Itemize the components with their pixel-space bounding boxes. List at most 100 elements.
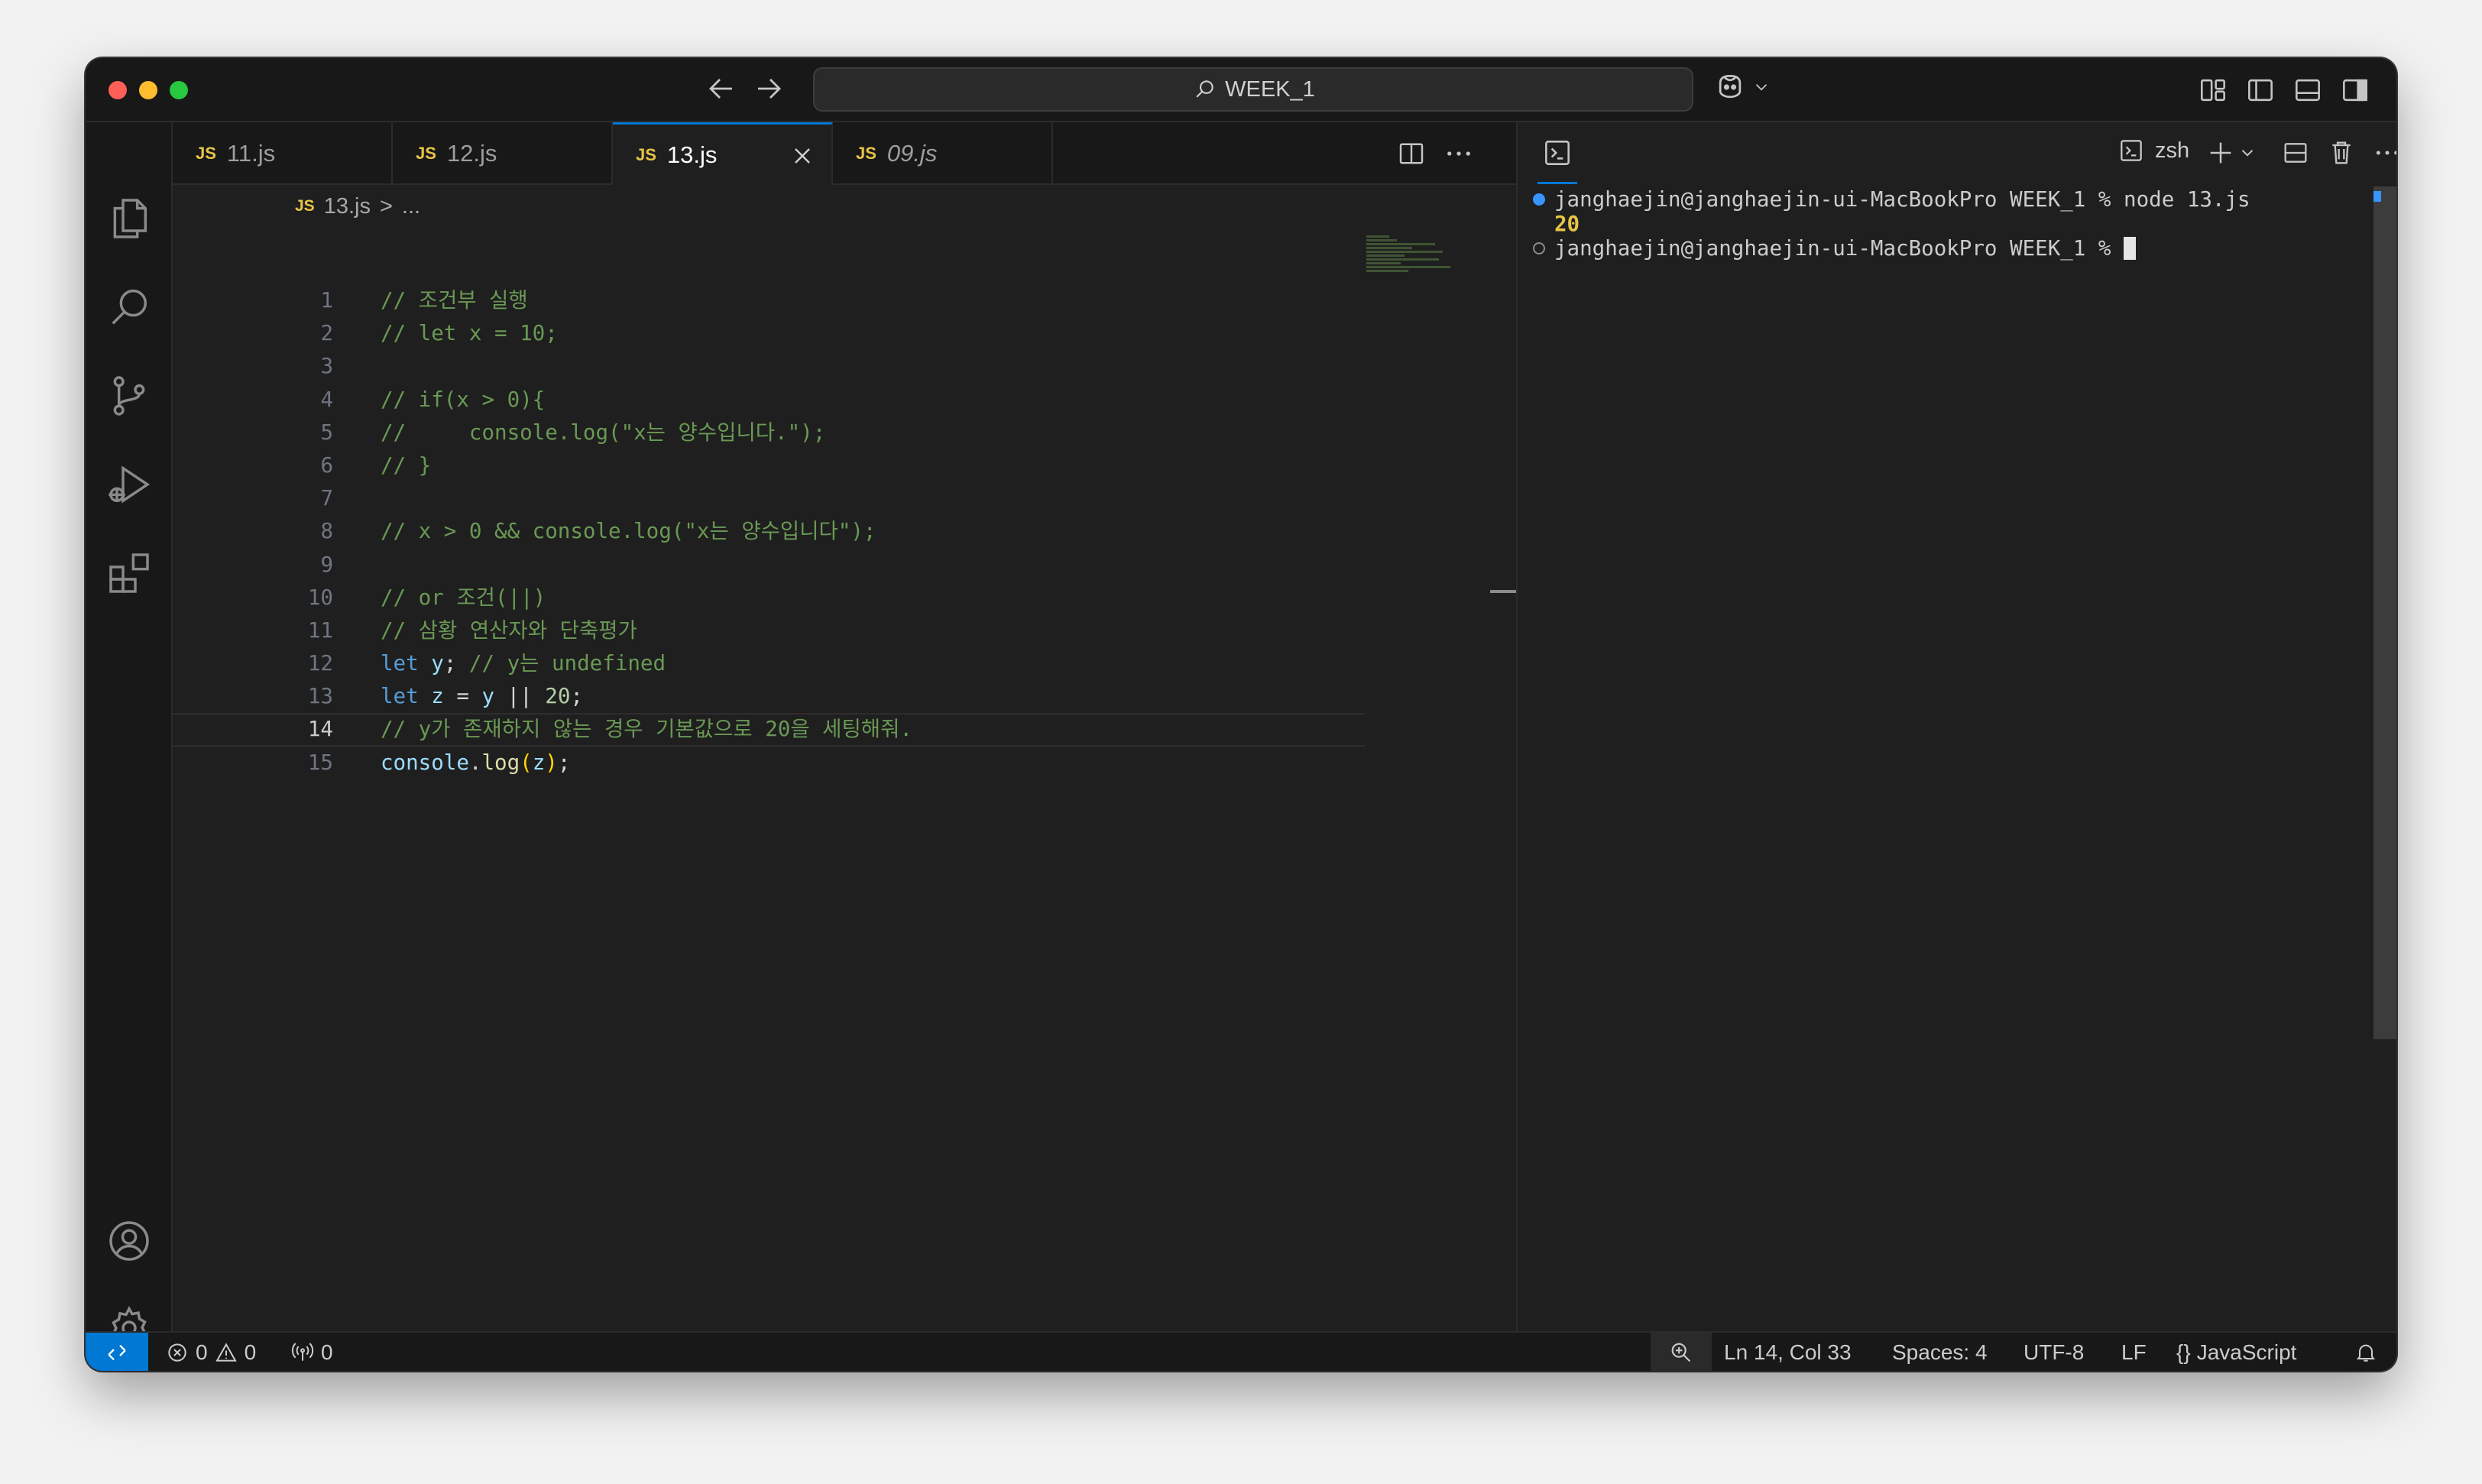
breadcrumb-symbols[interactable]: ... (402, 194, 420, 219)
chevron-down-icon (1755, 84, 1768, 91)
line-number: 3 (320, 354, 333, 379)
zoom-indicator[interactable] (1651, 1333, 1712, 1371)
js-file-icon: JS (416, 144, 436, 163)
code-line: 9 (173, 549, 1365, 582)
close-icon[interactable] (789, 142, 816, 170)
cursor-position-label: Ln 14, Col 33 (1724, 1340, 1852, 1364)
tab-09-js[interactable]: JS 09.js (833, 122, 1053, 185)
line-number: 1 (320, 288, 333, 313)
code-editor[interactable]: 1 // 조건부 실행 2 // let x = 10; 3 4 // if(x > … (173, 284, 1365, 779)
copilot-menu-button[interactable] (1713, 70, 1771, 104)
variable-token: y (481, 684, 495, 709)
search-icon (1196, 80, 1213, 98)
code-text: // 삼황 연산자와 단축평가 (381, 617, 637, 643)
line-number: 12 (307, 651, 333, 676)
source-control-icon[interactable] (105, 371, 154, 420)
toggle-secondary-sidebar-icon[interactable] (2338, 73, 2372, 107)
ports-indicator[interactable]: 0 (290, 1333, 333, 1371)
plus-icon[interactable] (2205, 138, 2236, 168)
end-of-line[interactable]: LF (2121, 1333, 2147, 1371)
close-window-button[interactable] (109, 81, 127, 99)
terminal-output[interactable]: janghaejin@janghaejin-ui-MacBookPro WEEK… (1519, 186, 2375, 261)
remote-indicator[interactable] (86, 1333, 148, 1371)
code-line: 8 // x > 0 && console.log("x는 양수입니다"); (173, 515, 1365, 548)
more-icon[interactable] (1443, 138, 1475, 170)
terminal-scrollbar[interactable] (2373, 186, 2396, 1039)
js-file-icon: JS (196, 144, 216, 163)
code-text: let y; // y는 undefined (381, 647, 666, 680)
command-center-label: WEEK_1 (1225, 76, 1315, 102)
warning-icon (215, 1343, 237, 1362)
code-text: // let x = 10; (381, 321, 558, 346)
punct-token: ; (570, 684, 583, 709)
terminal-icon (2121, 140, 2142, 161)
tab-12-js[interactable]: JS 12.js (393, 122, 613, 185)
code-line: 13 let z = y || 20; (173, 680, 1365, 713)
command-decoration[interactable] (1533, 242, 1545, 254)
explorer-icon[interactable] (105, 194, 154, 243)
line-number: 10 (307, 585, 333, 610)
maximize-window-button[interactable] (170, 81, 188, 99)
problems-indicator[interactable]: 0 0 (165, 1333, 256, 1371)
status-bar: 0 0 0 Ln 14, Col 33 Spaces: 4 UTF-8 LF {… (86, 1331, 2396, 1371)
encoding[interactable]: UTF-8 (2024, 1333, 2084, 1371)
more-icon[interactable] (2372, 138, 2396, 168)
terminal-icon[interactable] (1541, 136, 1574, 170)
command-success-decoration[interactable] (1533, 193, 1545, 206)
notifications[interactable] (2354, 1333, 2378, 1371)
language-mode[interactable]: {} JavaScript (2176, 1333, 2296, 1371)
terminal-text: 20 (1554, 212, 1580, 236)
tab-label: 13.js (666, 141, 718, 168)
breadcrumb[interactable]: JS 13.js > ... (173, 185, 1395, 228)
cursor-position[interactable]: Ln 14, Col 33 (1724, 1333, 1852, 1371)
toggle-panel-icon[interactable] (2291, 73, 2325, 107)
tab-label: 11.js (226, 140, 276, 167)
breadcrumb-file[interactable]: 13.js (324, 194, 371, 219)
toggle-primary-sidebar-icon[interactable] (2244, 73, 2277, 107)
line-number: 15 (307, 750, 333, 775)
line-number: 4 (320, 387, 333, 412)
language-label: JavaScript (2196, 1340, 2297, 1364)
minimap[interactable] (1366, 235, 1450, 289)
line-number: 2 (320, 321, 333, 346)
function-token: log (481, 750, 520, 775)
minimize-window-button[interactable] (139, 81, 157, 99)
tab-11-js[interactable]: JS 11.js (173, 122, 393, 185)
customize-layout-icon[interactable] (2196, 73, 2230, 107)
terminal-cursor (2124, 237, 2137, 260)
command-center-search[interactable]: WEEK_1 (813, 67, 1693, 112)
js-file-icon: JS (856, 144, 876, 163)
code-line: 7 (173, 482, 1365, 515)
variable-token: y (431, 651, 444, 676)
shell-name: zsh (2155, 138, 2190, 163)
code-line: 11 // 삼황 연산자와 단축평가 (173, 614, 1365, 647)
split-terminal-icon[interactable] (2280, 138, 2311, 168)
editor-group: JS 11.js JS 12.js JS 13.js JS 09.js JS 1… (173, 122, 1518, 1331)
run-debug-icon[interactable] (105, 460, 154, 509)
zoom-in-icon (1671, 1343, 1691, 1362)
trash-icon[interactable] (2326, 138, 2357, 168)
code-line: 3 (173, 350, 1365, 383)
tab-13-js[interactable]: JS 13.js (613, 122, 833, 185)
code-text: // x > 0 && console.log("x는 양수입니다"); (381, 519, 876, 544)
code-text: // console.log("x는 양수입니다."); (381, 420, 826, 445)
back-arrow-icon[interactable] (703, 70, 740, 107)
chevron-down-icon[interactable] (2237, 138, 2257, 168)
code-text: // y가 존재하지 않는 경우 기본값으로 20을 세팅해줘. (381, 717, 912, 742)
remote-icon (108, 1344, 126, 1361)
code-line: 4 // if(x > 0){ (173, 384, 1365, 416)
extensions-icon[interactable] (105, 549, 154, 598)
account-icon[interactable] (105, 1217, 154, 1265)
search-icon[interactable] (105, 283, 154, 332)
terminal-header: zsh (1519, 122, 2396, 185)
terminal-tab-indicator (1537, 182, 1577, 184)
forward-arrow-icon[interactable] (750, 70, 787, 107)
line-number: 11 (307, 617, 333, 643)
line-number: 6 (320, 452, 333, 478)
code-line: 1 // 조건부 실행 (173, 284, 1365, 317)
terminal-shell-selector[interactable]: zsh (2117, 136, 2189, 165)
terminal-line: janghaejin@janghaejin-ui-MacBookPro WEEK… (1519, 186, 2375, 212)
indentation[interactable]: Spaces: 4 (1892, 1333, 1988, 1371)
tab-label: 12.js (446, 140, 497, 167)
split-editor-icon[interactable] (1395, 138, 1427, 170)
